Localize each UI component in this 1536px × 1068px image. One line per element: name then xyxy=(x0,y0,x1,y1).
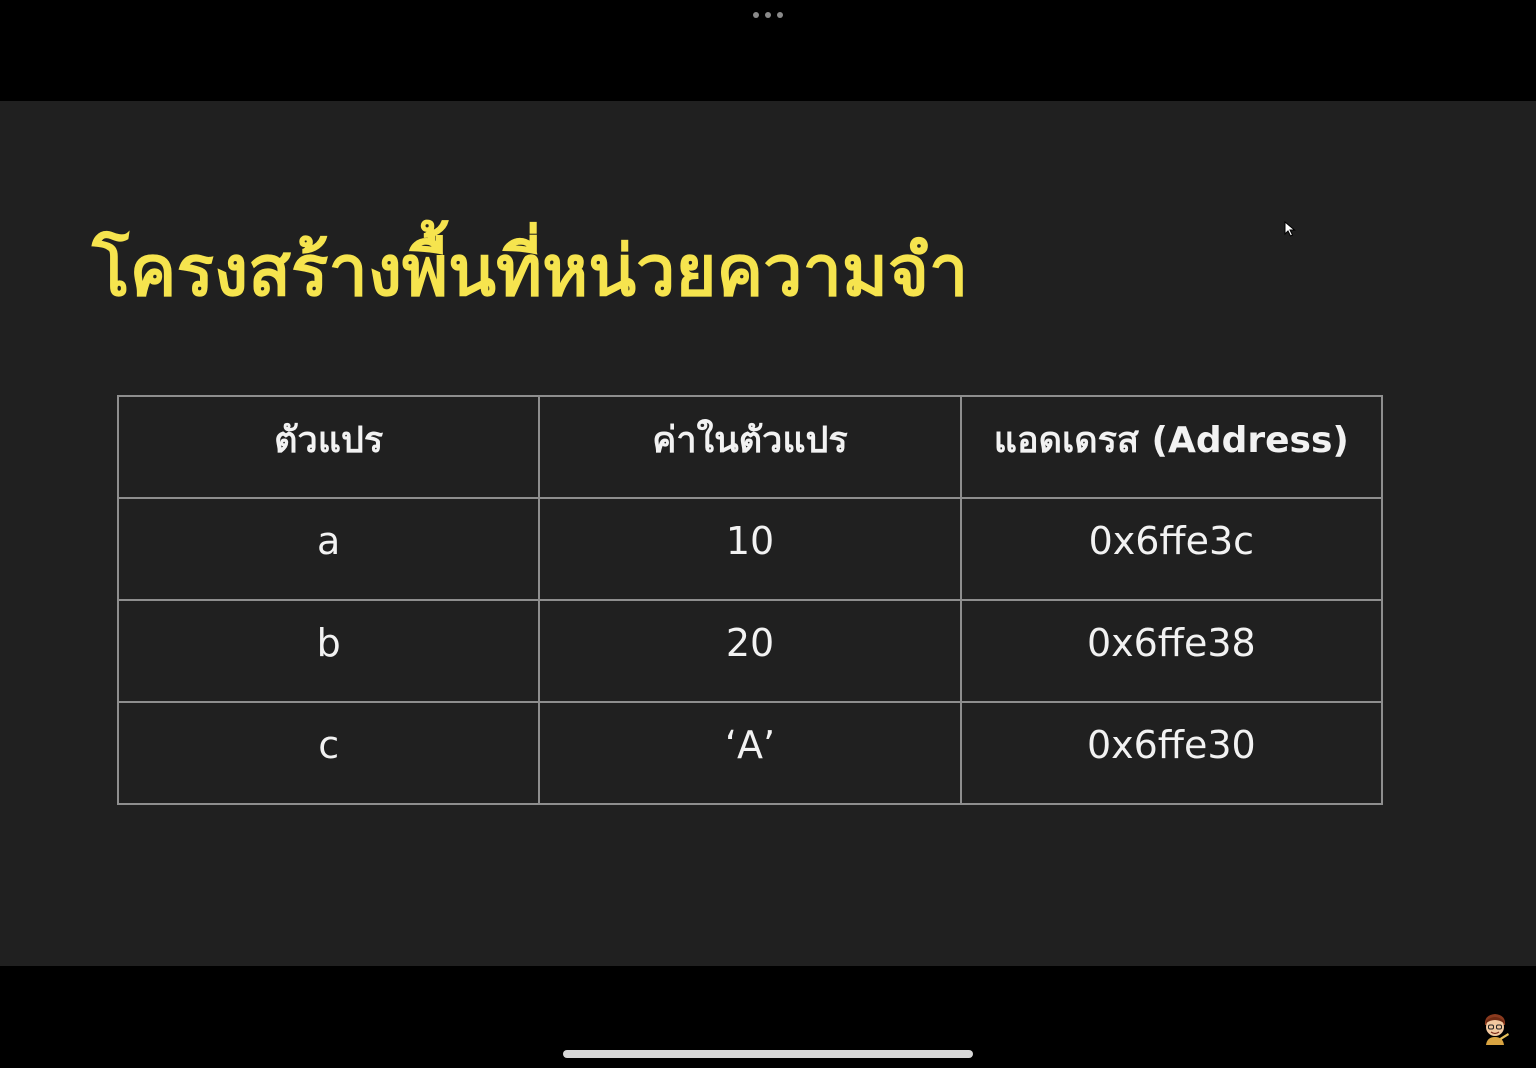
dot xyxy=(765,12,771,18)
table-row: a 10 0x6ffe3c xyxy=(116,497,1384,601)
home-indicator-bar[interactable] xyxy=(563,1050,973,1058)
cartoon-avatar-icon xyxy=(1484,1014,1509,1045)
table-row: c ‘A’ 0x6ffe30 xyxy=(116,701,1384,805)
dot xyxy=(753,12,759,18)
cell-value: 20 xyxy=(538,599,962,703)
mouse-cursor-icon xyxy=(1284,221,1296,237)
cell-address: 0x6ffe3c xyxy=(959,497,1384,601)
header-variable: ตัวแปร xyxy=(116,395,541,499)
cell-value: 10 xyxy=(538,497,962,601)
slide-title: โครงสร้างพื้นที่หน่วยความจำ xyxy=(92,230,969,312)
header-address: แอดเดรส (Address) xyxy=(959,395,1384,499)
header-value: ค่าในตัวแปร xyxy=(538,395,962,499)
presentation-slide: โครงสร้างพื้นที่หน่วยความจำ ตัวแปร ค่าใน… xyxy=(0,101,1536,966)
cell-address: 0x6ffe38 xyxy=(959,599,1384,703)
cell-address: 0x6ffe30 xyxy=(959,701,1384,805)
memory-structure-table: ตัวแปร ค่าในตัวแปร แอดเดรส (Address) a 1… xyxy=(116,395,1384,805)
cell-variable: c xyxy=(116,701,541,805)
table-header-row: ตัวแปร ค่าในตัวแปร แอดเดรส (Address) xyxy=(116,395,1384,499)
cell-value: ‘A’ xyxy=(538,701,962,805)
cell-variable: a xyxy=(116,497,541,601)
cell-variable: b xyxy=(116,599,541,703)
video-screen: โครงสร้างพื้นที่หน่วยความจำ ตัวแปร ค่าใน… xyxy=(0,0,1536,1068)
more-dots-icon[interactable] xyxy=(753,10,783,20)
table-row: b 20 0x6ffe38 xyxy=(116,599,1384,703)
dot xyxy=(777,12,783,18)
